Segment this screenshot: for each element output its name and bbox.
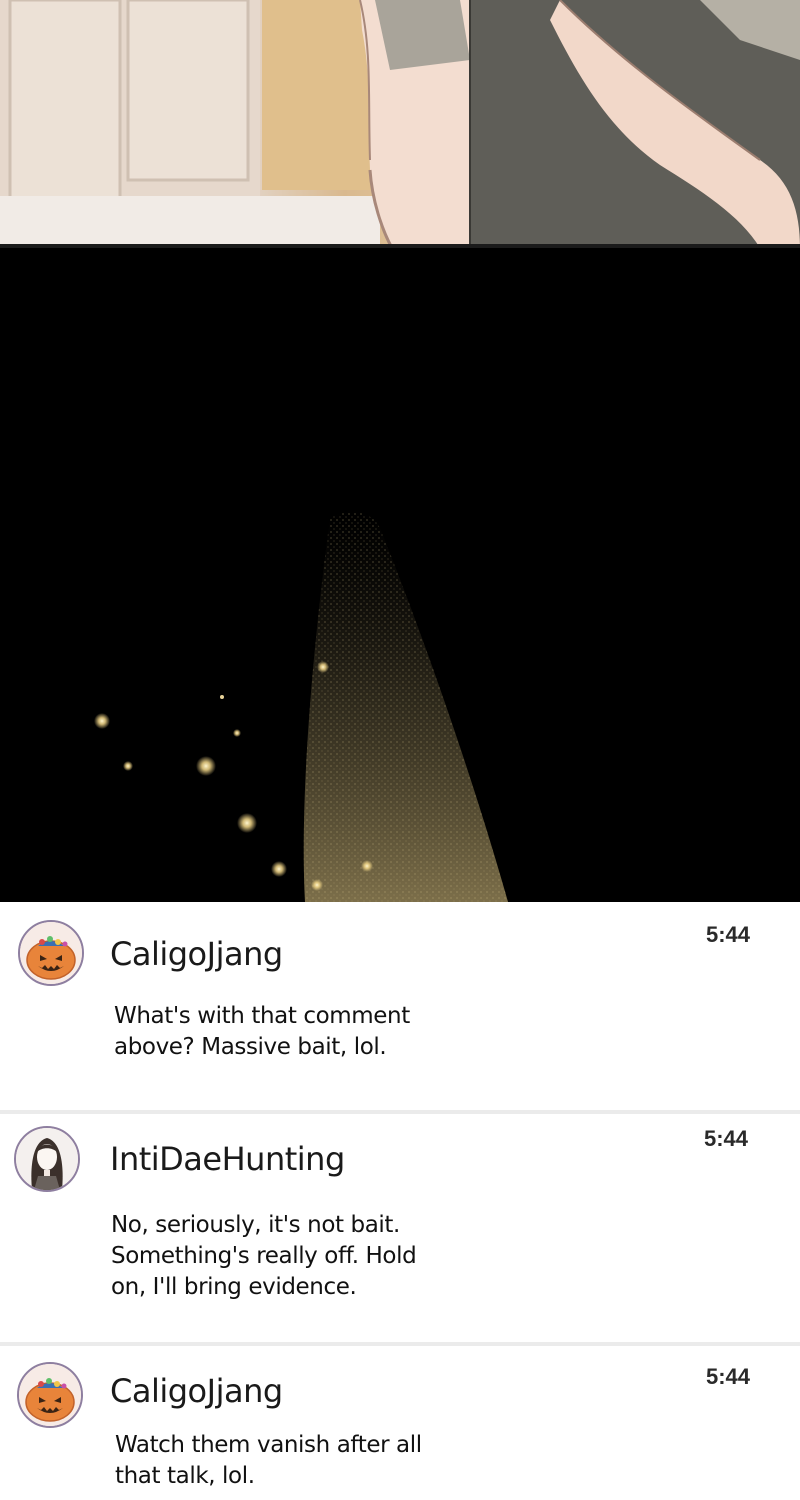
comic-panel-top [0,0,800,248]
comic-panel-dark-art [94,512,508,902]
comment-text: What's with that comment above? Massive … [114,1003,410,1060]
comment-item: IntiDaeHunting 5:44 No, seriously, it's … [0,1114,800,1342]
jack-o-lantern-avatar-icon[interactable] [18,920,84,986]
comment-username[interactable]: CaligoJjang [110,935,283,973]
comic-panel-top-art [0,0,800,248]
comment-list: CaligoJjang 5:44 What's with that commen… [0,902,800,1500]
comment-text: No, seriously, it's not bait. Something'… [111,1212,417,1300]
comment-time: 5:44 [706,922,751,947]
comment-item: CaligoJjang 5:44 What's with that commen… [0,902,800,1110]
comment-username[interactable]: IntiDaeHunting [110,1140,345,1178]
comment-username[interactable]: CaligoJjang [110,1372,283,1410]
comment-time: 5:44 [704,1126,749,1151]
comment-time: 5:44 [706,1364,751,1389]
long-hair-figure-avatar-icon[interactable] [14,1126,80,1192]
comment-item: CaligoJjang 5:44 Watch them vanish after… [0,1346,800,1500]
jack-o-lantern-avatar-icon[interactable] [17,1362,83,1428]
comic-panel-dark [0,248,800,902]
comment-text: Watch them vanish after all that talk, l… [115,1432,422,1489]
